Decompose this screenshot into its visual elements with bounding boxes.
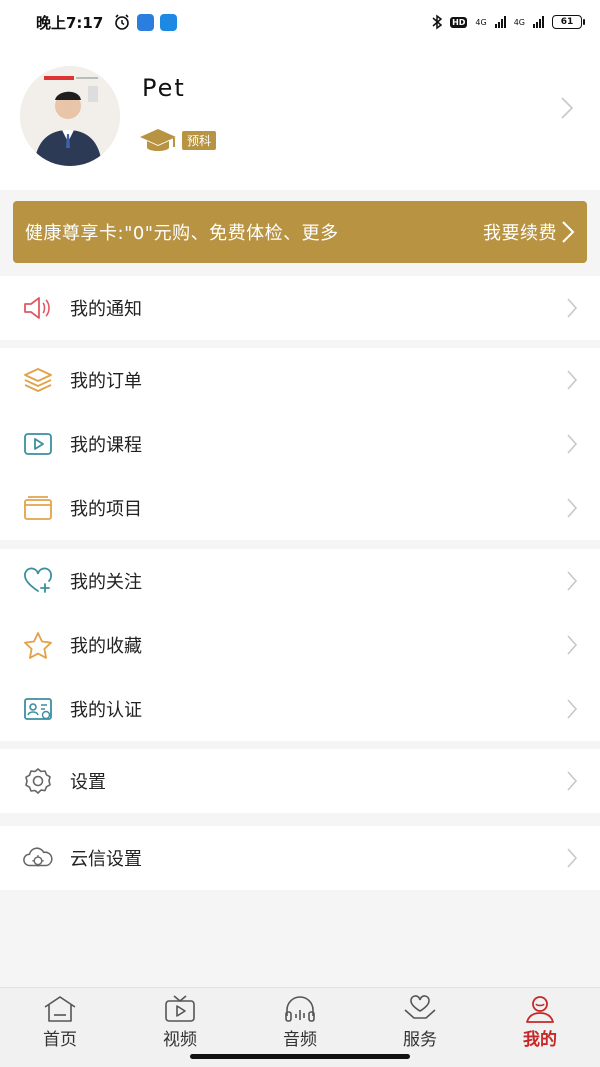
user-icon [526, 996, 554, 1023]
tab-mine[interactable]: 我的 [480, 988, 600, 1067]
menu-item-projects[interactable]: 我的项目 [0, 476, 600, 540]
heart-hands-icon [404, 995, 436, 1019]
status-time: 晚上7:17 [36, 13, 104, 32]
menu-item-label: 我的认证 [70, 700, 142, 721]
layers-icon [24, 368, 52, 392]
menu-item-label: 我的关注 [70, 572, 142, 593]
folder-icon [24, 496, 52, 520]
message-notification-icon [160, 13, 178, 31]
profile-header[interactable]: Pet 预科 [0, 44, 600, 190]
chevron-right-icon [567, 635, 578, 655]
menu-group-follows: 我的关注 我的收藏 我的认证 [0, 549, 600, 741]
menu-group-cloud-settings: 云信设置 [0, 826, 600, 890]
tab-label: 音频 [283, 1030, 317, 1050]
menu-item-label: 我的项目 [70, 499, 142, 520]
cloud-gear-icon [23, 847, 53, 867]
alarm-icon [115, 14, 130, 30]
menu-item-label: 设置 [70, 772, 106, 793]
menu-item-label: 我的订单 [70, 371, 142, 392]
chevron-right-icon [567, 498, 578, 518]
id-card-icon [24, 698, 52, 720]
menu-item-label: 我的收藏 [70, 636, 142, 657]
menu-group-notifications: 我的通知 [0, 276, 600, 340]
vip-banner-text: 健康尊享卡:"0"元购、免费体检、更多 [25, 223, 339, 244]
headphones-icon [285, 996, 315, 1022]
menu-item-follows[interactable]: 我的关注 [0, 549, 600, 613]
signal-icon-2 [533, 16, 544, 28]
signal-icon [494, 16, 506, 28]
username: Pet [142, 74, 186, 102]
menu-item-favorites[interactable]: 我的收藏 [0, 613, 600, 677]
tab-label: 视频 [163, 1030, 197, 1050]
network-label-1: 4G [475, 17, 487, 27]
bluetooth-icon [432, 14, 443, 30]
menu-item-orders[interactable]: 我的订单 [0, 348, 600, 412]
status-bar: 晚上7:17 HD 4G 4G 61 [0, 0, 600, 44]
network-label-2: 4G [513, 17, 525, 27]
star-icon [24, 632, 52, 659]
chevron-right-icon [561, 97, 574, 119]
menu-item-settings[interactable]: 设置 [0, 749, 600, 813]
menu-item-certification[interactable]: 我的认证 [0, 677, 600, 741]
chevron-right-icon [567, 298, 578, 318]
renew-link[interactable]: 我要续费 [483, 219, 557, 245]
hd-icon: HD [450, 16, 468, 28]
chevron-right-icon [562, 221, 575, 243]
chevron-right-icon [567, 571, 578, 591]
chevron-right-icon [567, 848, 578, 868]
chevron-right-icon [567, 434, 578, 454]
chevron-right-icon [567, 370, 578, 390]
home-indicator[interactable] [190, 1054, 410, 1059]
menu-item-label: 我的通知 [70, 299, 142, 320]
vip-renew-banner[interactable]: 健康尊享卡:"0"元购、免费体检、更多 我要续费 [13, 201, 587, 263]
avatar[interactable] [20, 66, 120, 166]
tab-home[interactable]: 首页 [0, 988, 120, 1067]
my-page-screen: 晚上7:17 HD 4G 4G 61 Pet 预科 健康尊享卡:"0"元购、免费… [0, 0, 600, 1067]
chevron-right-icon [567, 771, 578, 791]
chevron-right-icon [567, 699, 578, 719]
menu-item-courses[interactable]: 我的课程 [0, 412, 600, 476]
menu-item-label: 云信设置 [70, 849, 142, 870]
menu-item-notifications[interactable]: 我的通知 [0, 276, 600, 340]
level-badge: 预科 [182, 130, 217, 150]
tab-label: 服务 [403, 1030, 437, 1050]
menu-item-cloud-settings[interactable]: 云信设置 [0, 826, 600, 890]
tab-label: 首页 [43, 1030, 77, 1050]
heart-plus-icon [24, 567, 52, 593]
graduation-cap-icon [140, 129, 176, 151]
tv-icon [165, 995, 195, 1022]
avatar-photo-icon [20, 66, 120, 166]
gear-icon [25, 768, 51, 794]
home-icon [44, 996, 76, 1022]
speaker-icon [24, 297, 50, 319]
level-row: 预科 [138, 126, 217, 154]
video-play-icon [24, 433, 52, 455]
battery-icon: 61 [552, 15, 585, 29]
tab-label: 我的 [523, 1030, 557, 1050]
menu-group-settings: 设置 [0, 749, 600, 813]
menu-group-orders: 我的订单 我的课程 我的项目 [0, 348, 600, 540]
menu-item-label: 我的课程 [70, 435, 142, 456]
app-notification-icon [137, 13, 155, 31]
